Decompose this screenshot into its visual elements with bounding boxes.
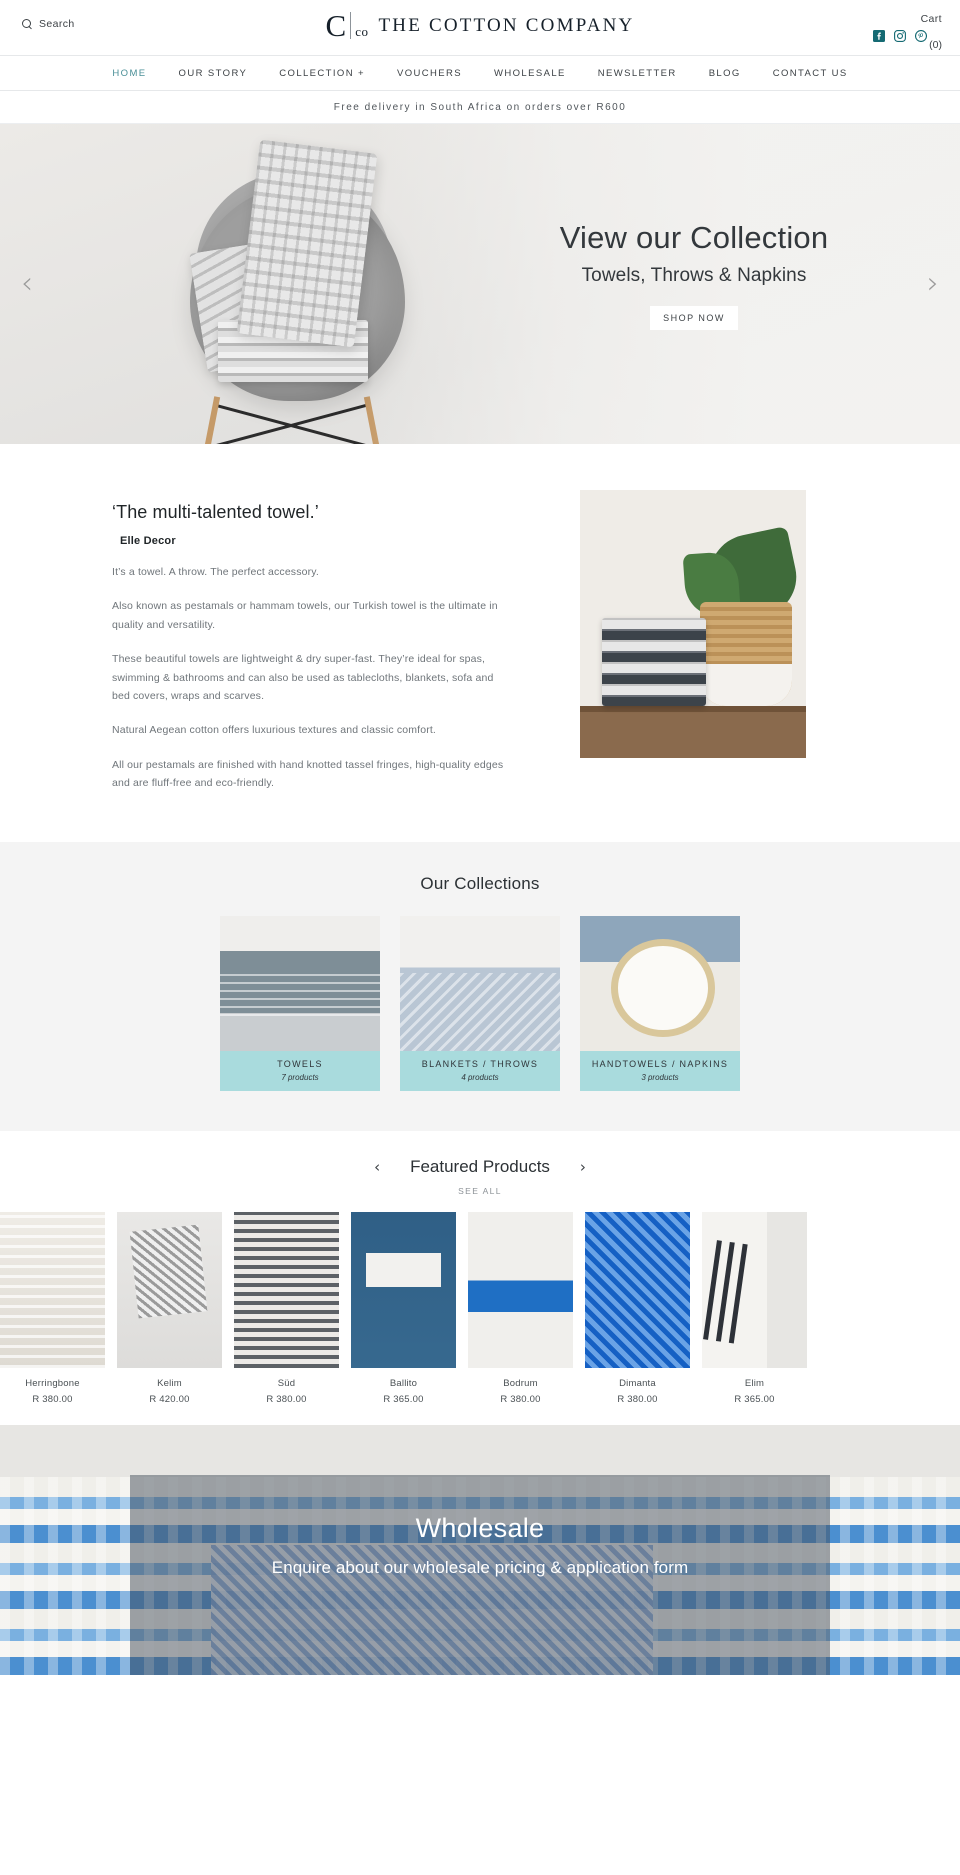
collection-card-towels[interactable]: TOWELS 7 products	[220, 916, 380, 1092]
product-image	[351, 1212, 456, 1369]
logo-divider	[350, 12, 352, 39]
product-name: Bodrum	[503, 1378, 538, 1390]
collection-count: 3 products	[641, 1073, 679, 1083]
social-links	[873, 30, 927, 42]
featured-prev-arrow[interactable]: ‹	[374, 1159, 380, 1175]
announcement-bar: Free delivery in South Africa on orders …	[0, 91, 960, 124]
featured-products-carousel: Herringbone R 380.00 Kelim R 420.00 Süd …	[0, 1212, 960, 1405]
nav-item-newsletter[interactable]: NEWSLETTER	[598, 68, 677, 79]
product-image	[117, 1212, 222, 1369]
product-price: R 365.00	[383, 1394, 424, 1406]
hero-subtitle: Towels, Throws & Napkins	[581, 265, 807, 286]
cart-link[interactable]: Cart	[921, 13, 942, 25]
product-image	[234, 1212, 339, 1369]
logo-letters-co: co	[355, 24, 369, 39]
hero-title: View our Collection	[559, 220, 829, 255]
featured-header: ‹ Featured Products ›	[0, 1157, 960, 1177]
site-header: Search C co THE COTTON COMPANY Cart (0)	[0, 0, 960, 55]
collection-count: 4 products	[461, 1073, 499, 1083]
collection-name: BLANKETS / THROWS	[421, 1059, 539, 1070]
nav-item-blog[interactable]: BLOG	[709, 68, 741, 79]
wholesale-subtitle: Enquire about our wholesale pricing & ap…	[271, 1558, 689, 1578]
product-price: R 380.00	[617, 1394, 658, 1406]
see-all-link[interactable]: SEE ALL	[0, 1186, 960, 1196]
featured-title: Featured Products	[410, 1157, 550, 1177]
collection-card-handtowels-napkins[interactable]: HANDTOWELS / NAPKINS 3 products	[580, 916, 740, 1092]
about-image-column	[580, 490, 806, 758]
hero-next-arrow[interactable]: ›	[920, 264, 946, 304]
collection-image	[580, 916, 740, 1052]
featured-next-arrow[interactable]: ›	[580, 1159, 586, 1175]
collection-card-blankets-throws[interactable]: BLANKETS / THROWS 4 products	[400, 916, 560, 1092]
product-name: Herringbone	[25, 1378, 80, 1390]
product-name: Dimanta	[619, 1378, 656, 1390]
about-paragraph: All our pestamals are finished with hand…	[112, 758, 504, 789]
shop-now-button[interactable]: SHOP NOW	[650, 306, 738, 330]
hero-content: View our Collection Towels, Throws & Nap…	[484, 220, 904, 330]
nav-item-home[interactable]: HOME	[112, 68, 146, 79]
announcement-text: Free delivery in South Africa on orders …	[333, 101, 627, 113]
product-price: R 380.00	[500, 1394, 541, 1406]
product-image	[585, 1212, 690, 1369]
logo-letter-c: C	[325, 8, 347, 43]
product-card[interactable]: Dimanta R 380.00	[585, 1212, 690, 1405]
product-card[interactable]: Kelim R 420.00	[117, 1212, 222, 1405]
hero-slider: ‹ › View our Collection Towels, Throws &…	[0, 124, 960, 444]
product-price: R 420.00	[149, 1394, 190, 1406]
collection-image	[400, 916, 560, 1052]
about-quote: ‘The multi-talented towel.’	[112, 502, 319, 522]
wholesale-content: Wholesale Enquire about our wholesale pr…	[130, 1513, 830, 1578]
collections-section: Our Collections TOWELS 7 products BLANKE…	[0, 842, 960, 1132]
product-price: R 380.00	[266, 1394, 307, 1406]
nav-item-contact-us[interactable]: CONTACT US	[773, 68, 848, 79]
wholesale-banner[interactable]: Wholesale Enquire about our wholesale pr…	[0, 1425, 960, 1676]
collection-image	[220, 916, 380, 1052]
hero-prev-arrow[interactable]: ‹	[14, 264, 40, 304]
product-name: Ballito	[389, 1378, 418, 1390]
product-card[interactable]: Bodrum R 380.00	[468, 1212, 573, 1405]
facebook-icon[interactable]	[873, 30, 885, 42]
featured-products-section: ‹ Featured Products › SEE ALL Herringbon…	[0, 1131, 960, 1426]
about-paragraph: It’s a towel. A throw. The perfect acces…	[112, 566, 319, 578]
homepage: Search C co THE COTTON COMPANY Cart (0)	[0, 0, 960, 1676]
main-navigation: HOME OUR STORY COLLECTION + VOUCHERS WHO…	[0, 55, 960, 91]
about-paragraph: These beautiful towels are lightweight &…	[112, 653, 494, 702]
nav-item-our-story[interactable]: OUR STORY	[179, 68, 248, 79]
nav-item-vouchers[interactable]: VOUCHERS	[397, 68, 462, 79]
logo-monogram: C co	[326, 10, 369, 41]
pinterest-icon[interactable]	[915, 30, 927, 42]
cart-count: (0)	[929, 39, 942, 51]
logo-wordmark: THE COTTON COMPANY	[378, 14, 635, 36]
product-card[interactable]: Elim R 365.00	[702, 1212, 807, 1405]
product-name: Elim	[744, 1378, 765, 1390]
collection-name: HANDTOWELS / NAPKINS	[591, 1059, 729, 1070]
product-name: Kelim	[157, 1378, 182, 1390]
product-price: R 365.00	[734, 1394, 775, 1406]
about-quote-source: Elle Decor	[120, 535, 176, 547]
product-name: Süd	[277, 1378, 296, 1390]
collections-grid: TOWELS 7 products BLANKETS / THROWS 4 pr…	[0, 916, 960, 1092]
product-price: R 380.00	[32, 1394, 73, 1406]
nav-item-collection[interactable]: COLLECTION +	[279, 68, 365, 79]
about-paragraph: Also known as pestamals or hammam towels…	[112, 600, 498, 631]
nav-item-wholesale[interactable]: WHOLESALE	[494, 68, 566, 79]
about-section: ‘The multi-talented towel.’ Elle Decor I…	[0, 444, 960, 843]
product-image	[0, 1212, 105, 1369]
site-logo[interactable]: C co THE COTTON COMPANY	[0, 10, 960, 41]
instagram-icon[interactable]	[894, 30, 906, 42]
product-image	[468, 1212, 573, 1369]
product-image	[702, 1212, 807, 1369]
product-card[interactable]: Herringbone R 380.00	[0, 1212, 105, 1405]
collection-count: 7 products	[281, 1073, 319, 1083]
about-paragraph: Natural Aegean cotton offers luxurious t…	[112, 724, 436, 737]
wholesale-title: Wholesale	[415, 1513, 545, 1544]
product-card[interactable]: Ballito R 365.00	[351, 1212, 456, 1405]
about-image	[580, 490, 806, 758]
collections-title: Our Collections	[420, 874, 540, 894]
product-card[interactable]: Süd R 380.00	[234, 1212, 339, 1405]
about-text-column: ‘The multi-talented towel.’ Elle Decor I…	[50, 490, 520, 792]
collection-name: TOWELS	[277, 1059, 323, 1070]
